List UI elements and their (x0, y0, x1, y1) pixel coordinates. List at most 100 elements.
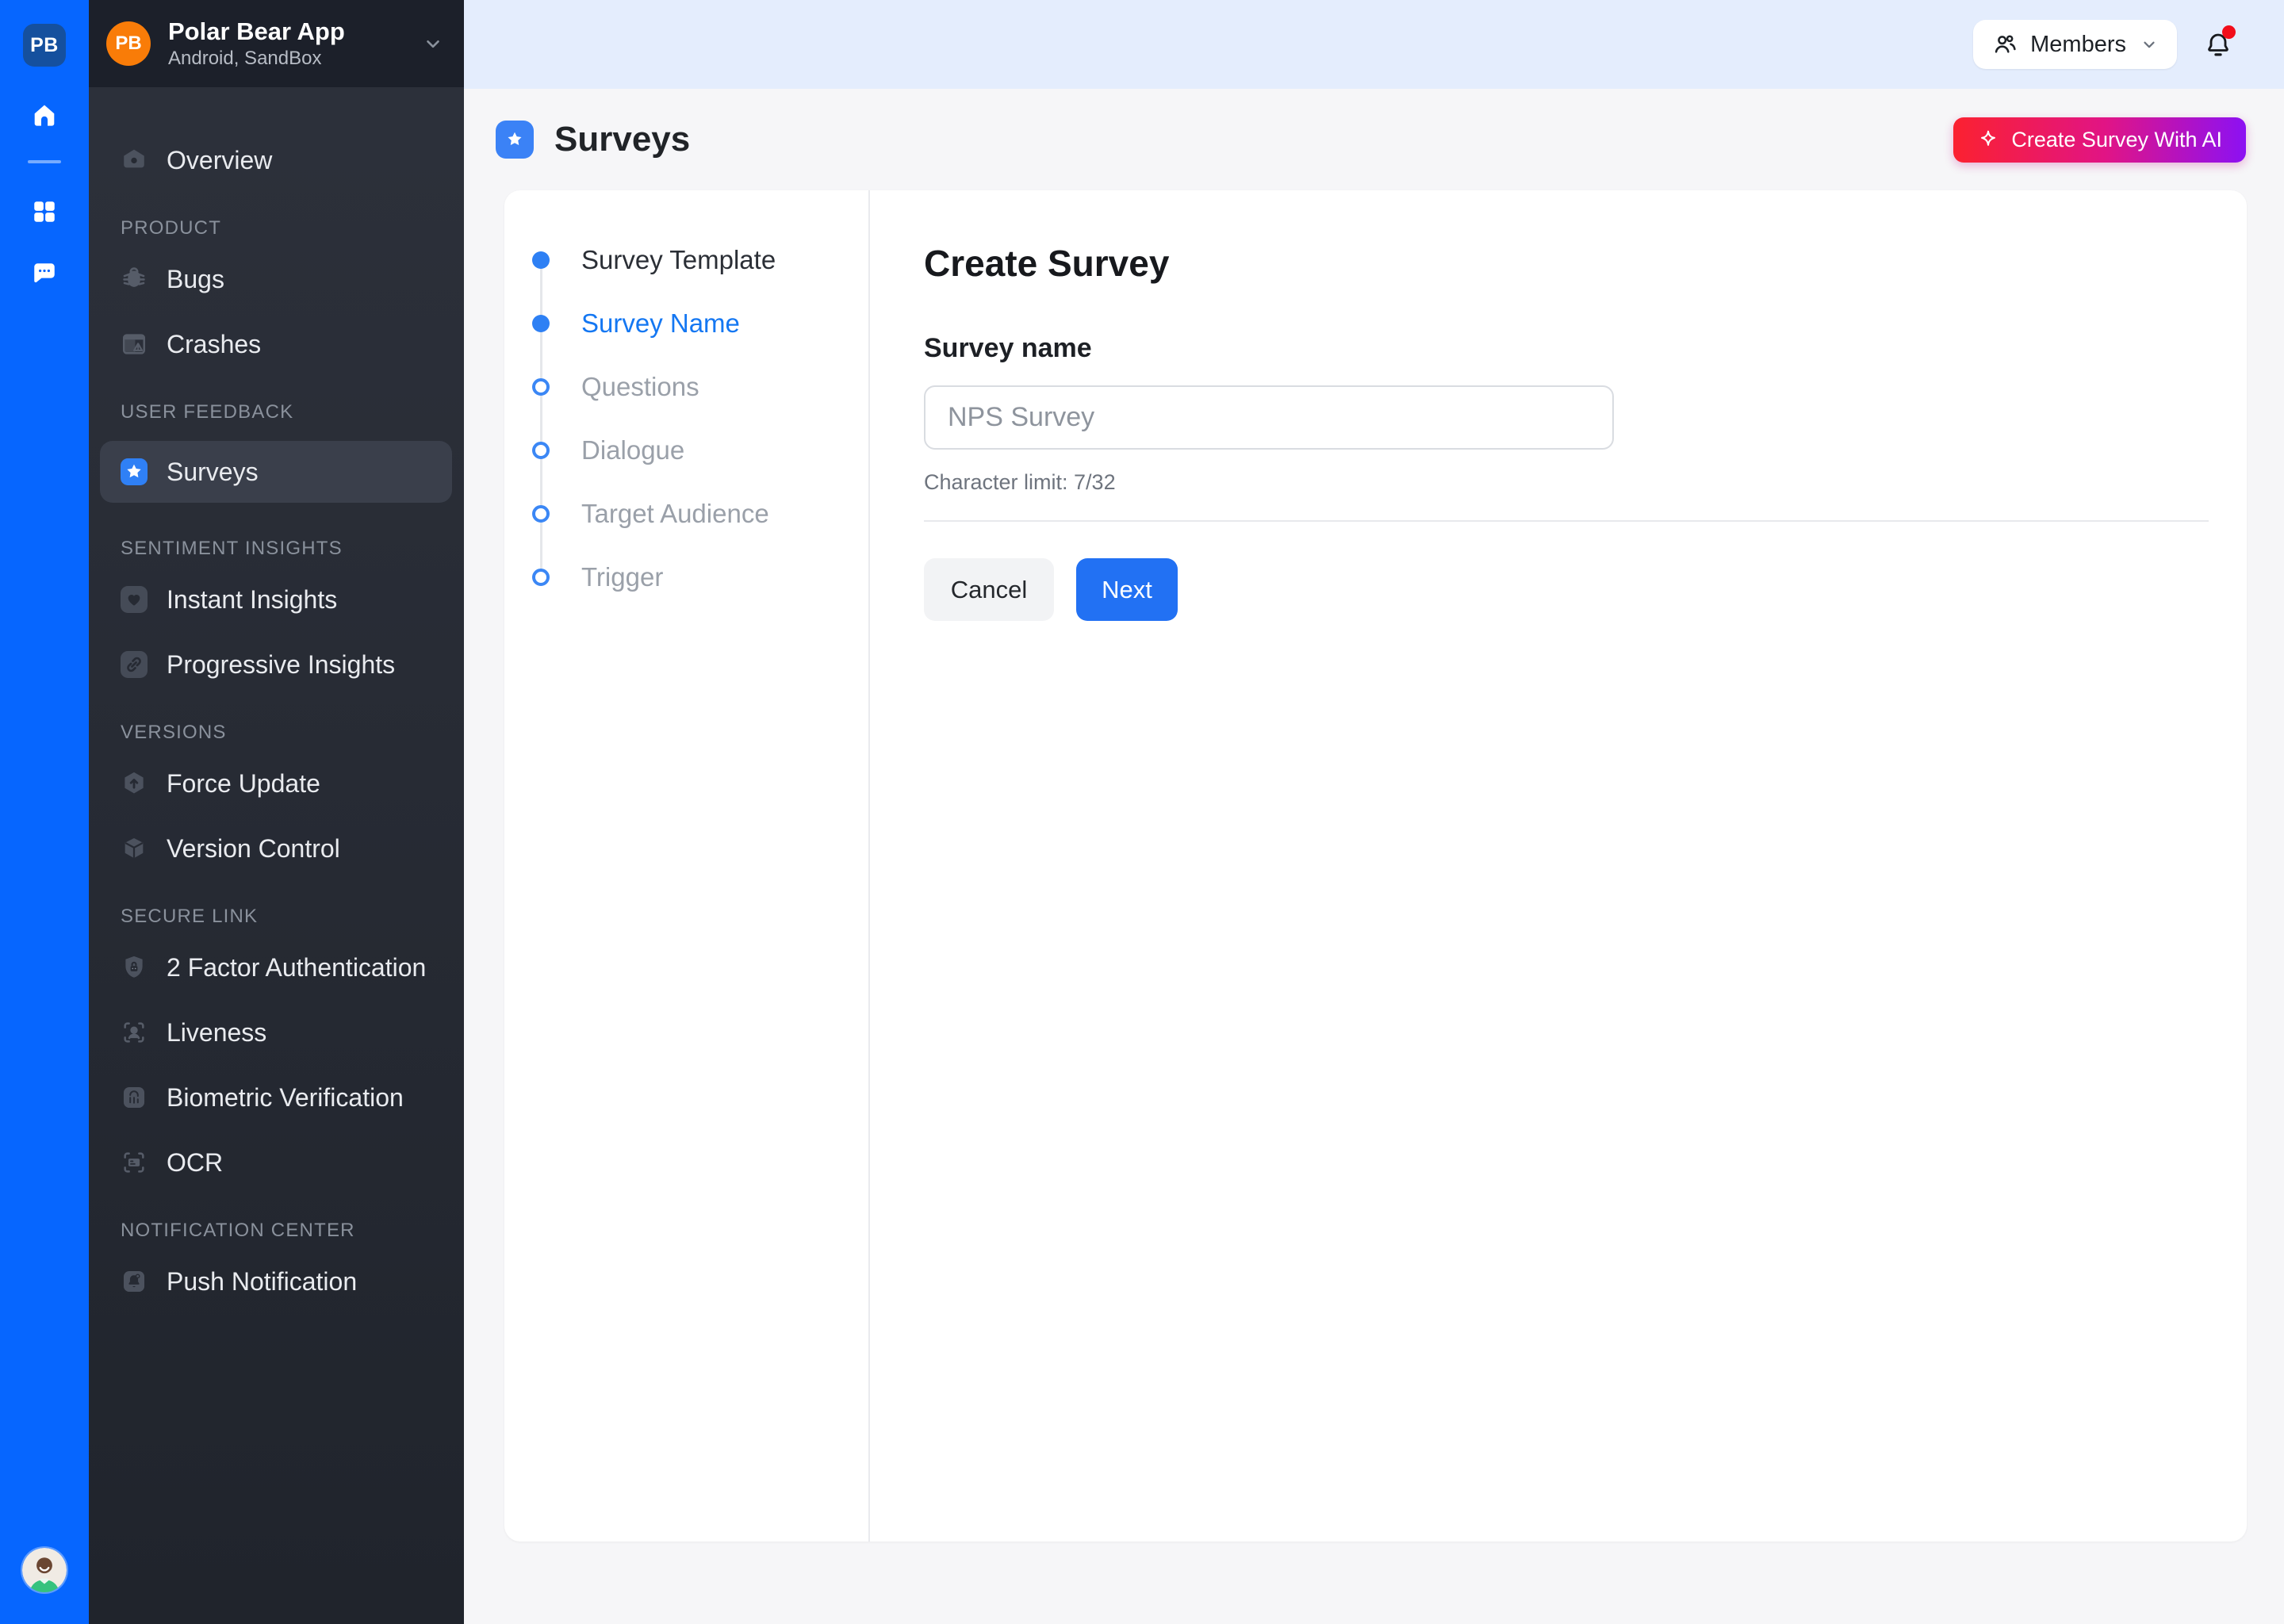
app-avatar: PB (106, 21, 151, 66)
user-avatar[interactable] (22, 1548, 67, 1592)
force-update-icon (121, 770, 148, 797)
members-icon (1992, 32, 2018, 57)
chevron-down-icon[interactable] (423, 33, 443, 54)
next-button[interactable]: Next (1076, 558, 1178, 621)
fingerprint-icon (121, 1084, 148, 1111)
stepper-list: Survey Template Survey Name Questions Dialo… (532, 228, 868, 609)
push-bell-icon (121, 1268, 148, 1295)
chevron-down-icon (2140, 36, 2158, 53)
create-survey-ai-button[interactable]: Create Survey With AI (1953, 117, 2246, 163)
sidebar-item-label: Liveness (167, 1018, 266, 1048)
step-survey-name[interactable]: Survey Name (532, 292, 868, 355)
nav-section-label: SECURE LINK (89, 906, 464, 928)
app-rail: PB (0, 0, 89, 1624)
step-label: Survey Template (581, 245, 776, 275)
nav-section-label: USER FEEDBACK (89, 401, 464, 423)
step-target-audience[interactable]: Target Audience (532, 482, 868, 546)
grid-icon[interactable] (31, 198, 58, 225)
form-actions: Cancel Next (924, 558, 2209, 621)
sidebar-item-surveys[interactable]: Surveys (100, 441, 452, 503)
sidebar-item-biometric-verification[interactable]: Biometric Verification (89, 1075, 452, 1120)
nav-section-label: SENTIMENT INSIGHTS (89, 538, 464, 560)
step-label: Dialogue (581, 435, 684, 465)
chat-icon[interactable] (31, 260, 58, 287)
sidebar-item-label: Crashes (167, 330, 261, 359)
nav-section-label: PRODUCT (89, 217, 464, 239)
surveys-star-icon (496, 121, 534, 159)
bug-icon (121, 266, 148, 293)
sidebar-item-label: OCR (167, 1148, 223, 1178)
id-scan-icon (121, 1149, 148, 1176)
character-limit-text: Character limit: 7/32 (924, 470, 2209, 495)
sidebar-item-2-factor-authentication[interactable]: 2 Factor Authentication (89, 945, 452, 990)
sidebar-item-progressive-insights[interactable]: Progressive Insights (89, 642, 452, 687)
members-button[interactable]: Members (1973, 20, 2177, 69)
sidebar-item-version-control[interactable]: Version Control (89, 826, 452, 871)
surveys-star-icon (121, 458, 148, 485)
sidebar-item-label: Biometric Verification (167, 1083, 404, 1113)
nav-section-label: VERSIONS (89, 722, 464, 744)
step-label: Questions (581, 372, 699, 402)
step-dot (532, 378, 550, 396)
step-label: Target Audience (581, 499, 769, 529)
sidebar-item-label: Instant Insights (167, 585, 337, 615)
create-survey-form: Create Survey Survey name Character limi… (870, 190, 2247, 1542)
page-header: Surveys Create Survey With AI (464, 89, 2284, 190)
step-label: Trigger (581, 562, 663, 592)
form-divider (924, 520, 2209, 522)
heart-icon (121, 586, 148, 613)
sidebar-item-bugs[interactable]: Bugs (89, 257, 452, 301)
members-button-label: Members (2030, 32, 2126, 58)
sidebar-item-label: Overview (167, 146, 272, 175)
form-heading: Create Survey (924, 241, 2209, 285)
sidebar-item-overview[interactable]: Overview (89, 138, 452, 182)
step-dot (532, 315, 550, 332)
face-scan-icon (121, 1019, 148, 1046)
survey-name-label: Survey name (924, 331, 2209, 365)
survey-name-input[interactable] (924, 385, 1614, 450)
step-label: Survey Name (581, 308, 740, 339)
step-dialogue[interactable]: Dialogue (532, 419, 868, 482)
sidebar-item-label: 2 Factor Authentication (167, 953, 426, 982)
sidebar-nav: Overview PRODUCT Bugs Crashes USER FEEDBACK S… (89, 87, 464, 1324)
app-switcher[interactable]: PB Polar Bear App Android, SandBox (89, 0, 464, 87)
sidebar-item-push-notification[interactable]: Push Notification (89, 1259, 452, 1304)
sidebar: PB Polar Bear App Android, SandBox Overv… (89, 0, 464, 1624)
link-icon (121, 651, 148, 678)
sidebar-item-label: Force Update (167, 769, 320, 799)
version-control-icon (121, 835, 148, 862)
sidebar-item-liveness[interactable]: Liveness (89, 1010, 452, 1055)
page-title: Surveys (554, 120, 690, 159)
step-trigger[interactable]: Trigger (532, 546, 868, 609)
sidebar-item-label: Bugs (167, 265, 224, 294)
step-dot (532, 505, 550, 523)
sidebar-item-instant-insights[interactable]: Instant Insights (89, 577, 452, 622)
create-survey-card: Survey Template Survey Name Questions Dialo… (504, 190, 2247, 1542)
sidebar-item-label: Version Control (167, 834, 340, 864)
app-switcher-text: Polar Bear App Android, SandBox (168, 17, 423, 71)
step-dot (532, 251, 550, 269)
app-meta: Android, SandBox (168, 47, 423, 71)
home-icon[interactable] (30, 102, 59, 130)
sparkle-icon (1977, 128, 1999, 151)
app-name: Polar Bear App (168, 17, 423, 47)
sidebar-item-ocr[interactable]: OCR (89, 1140, 452, 1185)
notifications-bell-icon[interactable] (2204, 29, 2232, 60)
workspace-logo[interactable]: PB (23, 24, 66, 67)
rail-divider (28, 160, 61, 163)
sidebar-item-crashes[interactable]: Crashes (89, 322, 452, 366)
page-content: Surveys Create Survey With AI Survey Tem… (464, 89, 2284, 1624)
step-survey-template[interactable]: Survey Template (532, 228, 868, 292)
main-area: Members Surveys Create Survey With AI (464, 0, 2284, 1624)
create-survey-ai-label: Create Survey With AI (2011, 128, 2222, 152)
step-questions[interactable]: Questions (532, 355, 868, 419)
notification-dot (2222, 25, 2236, 39)
sidebar-item-label: Progressive Insights (167, 650, 395, 680)
crashes-icon (121, 331, 148, 358)
survey-stepper: Survey Template Survey Name Questions Dialo… (504, 190, 870, 1542)
nav-section-label: NOTIFICATION CENTER (89, 1220, 464, 1242)
cancel-button[interactable]: Cancel (924, 558, 1054, 621)
sidebar-item-label: Push Notification (167, 1267, 357, 1297)
topbar: Members (464, 0, 2284, 89)
sidebar-item-force-update[interactable]: Force Update (89, 761, 452, 806)
